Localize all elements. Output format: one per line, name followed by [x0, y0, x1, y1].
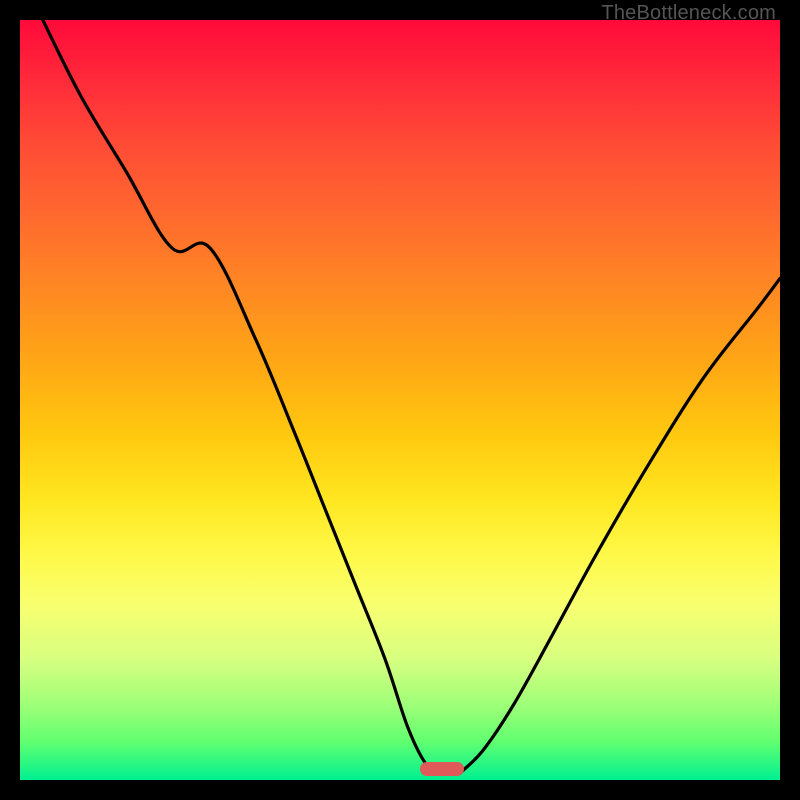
plot-area — [20, 20, 780, 780]
curve-left — [43, 20, 442, 772]
minimum-marker — [420, 762, 464, 776]
chart-canvas: TheBottleneck.com — [0, 0, 800, 800]
curve-right — [461, 278, 780, 772]
bottleneck-curve — [20, 20, 780, 780]
